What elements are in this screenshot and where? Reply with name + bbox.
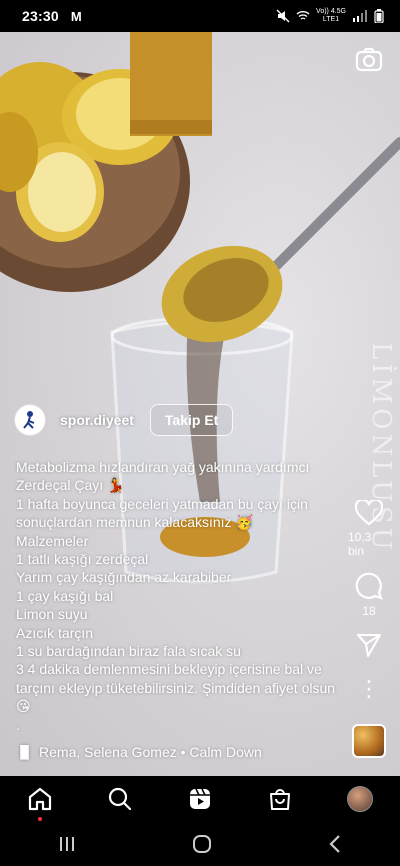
shop-icon: [270, 789, 290, 810]
caption-line: 1 hafta boyunca geceleri yatmadan bu çay…: [16, 495, 312, 531]
system-navigation: [0, 822, 400, 866]
caption-line: 1 çay kaşığı bal: [16, 587, 114, 604]
like-button[interactable]: 10,3 bin: [348, 500, 390, 558]
author-row: spor.diyeet Takip Et: [14, 404, 234, 436]
share-button[interactable]: [356, 632, 382, 658]
heart-icon: [355, 500, 383, 526]
nav-search[interactable]: [100, 779, 140, 819]
caption-line: .: [16, 716, 20, 733]
author-username[interactable]: spor.diyeet: [60, 412, 134, 428]
network-label: Vo)) 4.5G LTE1: [316, 8, 346, 23]
comment-count: 18: [362, 604, 376, 618]
nav-reels[interactable]: [180, 779, 220, 819]
battery-icon: [374, 9, 384, 23]
reels-icon: [190, 788, 210, 809]
gmail-notification-icon: M: [70, 8, 82, 24]
home-button-icon[interactable]: [191, 833, 213, 855]
follow-button[interactable]: Takip Et: [149, 404, 234, 436]
notification-dot: [38, 817, 42, 821]
comment-icon: [355, 572, 383, 600]
status-right: Vo)) 4.5G LTE1: [276, 8, 384, 24]
runner-logo-icon: [23, 411, 35, 429]
signal-icon: [353, 10, 367, 22]
status-bar: 23:30 M Vo)) 4.5G LTE1: [0, 0, 400, 32]
audio-wave-icon: ▐▌: [16, 745, 34, 759]
caption-line: Limon suyu: [16, 606, 88, 623]
music-title: Rema, Selena Gomez • Calm Down: [39, 744, 262, 760]
caption-line: Yarım çay kaşığından az karabiber: [16, 569, 232, 586]
nav-shop[interactable]: [260, 779, 300, 819]
caption-line: Azıcık tarçın: [16, 624, 94, 641]
camera-icon: [355, 47, 383, 72]
back-icon[interactable]: [327, 834, 343, 854]
caption-line: Malzemeler: [16, 532, 89, 549]
reel-video[interactable]: LİMONLUSU spor.diyeet Takip Et Metaboliz…: [0, 32, 400, 776]
search-icon: [108, 787, 132, 811]
caption-line: Metabolizma hızlandıran yağ yakınına yar…: [16, 459, 314, 494]
mute-icon: [276, 9, 290, 23]
profile-avatar: [347, 786, 373, 812]
camera-button[interactable]: [354, 44, 384, 74]
wifi-call-icon: [296, 11, 310, 20]
nav-profile[interactable]: [340, 779, 380, 819]
bottom-navigation: [0, 776, 400, 822]
caption-line: 3 4 dakika demlenmesini bekleyip içerisi…: [16, 661, 339, 715]
audio-thumbnail[interactable]: [352, 724, 386, 758]
comment-button[interactable]: 18: [355, 572, 383, 618]
recent-apps-icon[interactable]: [57, 835, 77, 853]
more-icon[interactable]: ⋮: [358, 678, 380, 700]
reel-actions: 10,3 bin 18 ⋮: [348, 500, 390, 700]
caption-line: 1 tatlı kaşığı zerdeçal: [16, 551, 149, 568]
status-time: 23:30: [22, 8, 59, 24]
home-icon: [28, 787, 52, 811]
caption[interactable]: Metabolizma hızlandıran yağ yakınına yar…: [16, 458, 350, 734]
like-count: 10,3 bin: [348, 530, 372, 558]
nav-home[interactable]: [20, 779, 60, 821]
music-info[interactable]: ▐▌ Rema, Selena Gomez • Calm Down: [16, 744, 262, 760]
author-avatar[interactable]: [14, 404, 46, 436]
send-icon: [356, 633, 382, 658]
caption-line: 1 su bardağından biraz fala sıcak su: [16, 643, 241, 660]
